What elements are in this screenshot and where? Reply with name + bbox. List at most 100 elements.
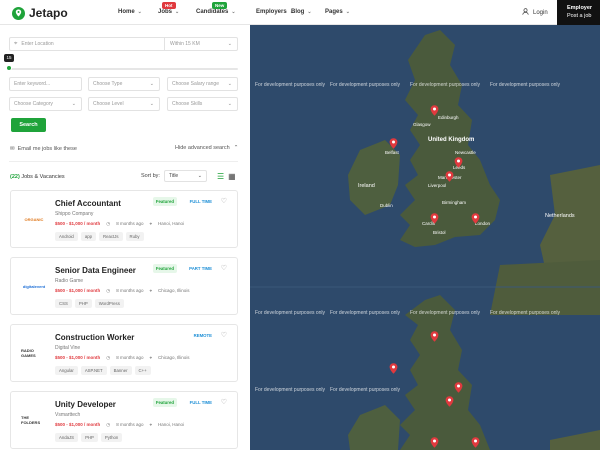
map-label-edinburgh: Edinburgh	[438, 115, 459, 120]
tag[interactable]: Python	[100, 433, 123, 442]
map-watermark: For development purposes only	[255, 310, 326, 316]
job-title[interactable]: Construction Worker	[55, 333, 134, 342]
nav-jobs[interactable]: Hot Jobs ⌄	[158, 2, 196, 15]
map-watermark: For development purposes only	[330, 310, 401, 316]
skills-select[interactable]: Choose Skills ⌄	[167, 97, 238, 111]
category-select[interactable]: Choose Category ⌄	[9, 97, 82, 111]
nav-blog[interactable]: Blog ⌄	[291, 9, 325, 15]
heart-icon[interactable]: ♡	[221, 264, 227, 272]
map-pin-icon[interactable]	[445, 171, 454, 182]
map-pin-icon[interactable]	[454, 382, 463, 393]
company-name[interactable]: Digital Vine	[55, 345, 80, 351]
job-meta: $500 - $1,000 / month ◷ 8 months ago ⌖ Han…	[55, 422, 184, 428]
top-navigation-bar: Jetapo Home ⌄ Hot Jobs ⌄ New Candidates …	[0, 0, 600, 25]
nav-employers[interactable]: Employers ⌄	[256, 9, 294, 15]
location-pin-icon: ⌖	[14, 40, 18, 47]
map-pin-icon[interactable]	[445, 396, 454, 407]
job-title[interactable]: Senior Data Engineer	[55, 266, 136, 275]
clock-icon: ◷	[106, 221, 111, 226]
tag[interactable]: Ruby	[125, 232, 144, 241]
tag[interactable]: ASP.NET	[80, 366, 107, 375]
map-pin-icon[interactable]	[430, 437, 439, 448]
tag[interactable]: Android	[55, 232, 78, 241]
nav-candidates[interactable]: New Candidates ⌄	[196, 2, 256, 15]
map-pin-icon[interactable]	[430, 213, 439, 224]
company-logo: THE FOLDERS	[21, 415, 41, 425]
posted-time: 8 months ago	[116, 422, 144, 427]
employer-post-job-button[interactable]: Employer Post a job	[557, 0, 600, 25]
map-label-bristol: Bristol	[433, 230, 446, 235]
nav-home[interactable]: Home ⌄	[118, 9, 158, 15]
tag[interactable]: app	[80, 232, 96, 241]
tag[interactable]: CSS	[55, 299, 72, 308]
map-pin-icon[interactable]	[471, 213, 480, 224]
job-card[interactable]: ORGANIC Chief Accountant Shippo Company …	[10, 190, 238, 248]
field-divider	[164, 38, 165, 50]
job-title[interactable]: Chief Accountant	[55, 199, 121, 208]
post-job-label: Post a job	[567, 13, 592, 19]
login-link[interactable]: Login	[522, 8, 548, 17]
heart-icon[interactable]: ♡	[221, 398, 227, 406]
nav-candidates-label: Candidates	[196, 9, 229, 15]
job-title[interactable]: Unity Developer	[55, 400, 116, 409]
new-badge: New	[212, 2, 228, 9]
toggle-advanced-search[interactable]: Hide advanced search ⌃	[175, 145, 238, 151]
chevron-up-icon: ⌃	[233, 145, 239, 151]
location-input[interactable]: ⌖ Enter Location Within 15 KM ⌄	[9, 37, 238, 51]
results-number: (22)	[10, 174, 20, 180]
map-pin-icon[interactable]	[430, 105, 439, 116]
company-name[interactable]: Shippo Company	[55, 211, 93, 217]
posted-time: 8 months ago	[116, 221, 144, 226]
nav-home-label: Home	[118, 9, 135, 15]
sort-select[interactable]: Title ⌄	[163, 170, 207, 182]
keyword-input[interactable]: Enter keyword...	[9, 77, 82, 91]
company-name[interactable]: Radio Game	[55, 278, 83, 284]
map-pin-logo-icon	[12, 6, 25, 20]
salary-select[interactable]: Choose Salary range ⌄	[167, 77, 238, 91]
tag[interactable]: PHP	[81, 433, 98, 442]
company-name[interactable]: Vsmarttech	[55, 412, 80, 418]
nav-pages[interactable]: Pages ⌄	[325, 9, 355, 15]
heart-icon[interactable]: ♡	[221, 331, 227, 339]
location-pin-icon: ⌖	[149, 422, 153, 427]
email-alert-link[interactable]: ✉ Email me jobs like these	[10, 146, 77, 152]
tag[interactable]: WordPress	[94, 299, 124, 308]
featured-badge: Featured	[152, 264, 177, 273]
map-pin-icon[interactable]	[454, 157, 463, 168]
tag[interactable]: PHP	[74, 299, 92, 308]
chevron-down-icon: ⌄	[307, 9, 312, 15]
map-pin-icon[interactable]	[389, 138, 398, 149]
map-label-newcastle: Newcastle	[455, 150, 476, 155]
map-watermark: For development purposes only	[255, 82, 326, 88]
location-pin-icon: ⌖	[149, 288, 153, 293]
tag[interactable]: AndaJS	[55, 433, 79, 442]
tag[interactable]: Banner	[109, 366, 132, 375]
list-view-icon[interactable]: ☰	[217, 172, 224, 181]
chevron-down-icon: ⌄	[175, 9, 180, 15]
map-pin-icon[interactable]	[430, 331, 439, 342]
map-pin-icon[interactable]	[389, 363, 398, 374]
tag[interactable]: C++	[134, 366, 151, 375]
grid-view-icon[interactable]: ▦	[228, 172, 236, 181]
map-label-belfast: Belfast	[385, 150, 399, 155]
salary: $500 - $1,000 / month	[55, 221, 101, 226]
type-select[interactable]: Choose Type ⌄	[88, 77, 160, 91]
map-label-uk: United Kingdom	[428, 137, 475, 143]
tag[interactable]: Angular	[55, 366, 78, 375]
search-button[interactable]: Search	[11, 118, 46, 132]
heart-icon[interactable]: ♡	[221, 197, 227, 205]
job-card[interactable]: digitalevent Senior Data Engineer Radio …	[10, 257, 238, 315]
level-select[interactable]: Choose Level ⌄	[88, 97, 160, 111]
map-pin-icon[interactable]	[471, 437, 480, 448]
job-card[interactable]: THE FOLDERS Unity Developer Vsmarttech $…	[10, 391, 238, 449]
site-logo[interactable]: Jetapo	[12, 6, 68, 20]
jobs-map[interactable]: For development purposes only For develo…	[250, 25, 600, 450]
salary: $500 - $1,000 / month	[55, 355, 101, 360]
posted-time: 8 months ago	[116, 355, 144, 360]
login-label: Login	[533, 9, 548, 16]
job-card[interactable]: RADIO GAMES Construction Worker Digital …	[10, 324, 238, 382]
radius-slider-handle[interactable]	[6, 65, 12, 71]
map-label-birmingham: Birmingham	[442, 200, 467, 205]
radius-slider-track[interactable]	[9, 68, 238, 70]
tag[interactable]: ReactJs	[98, 232, 123, 241]
